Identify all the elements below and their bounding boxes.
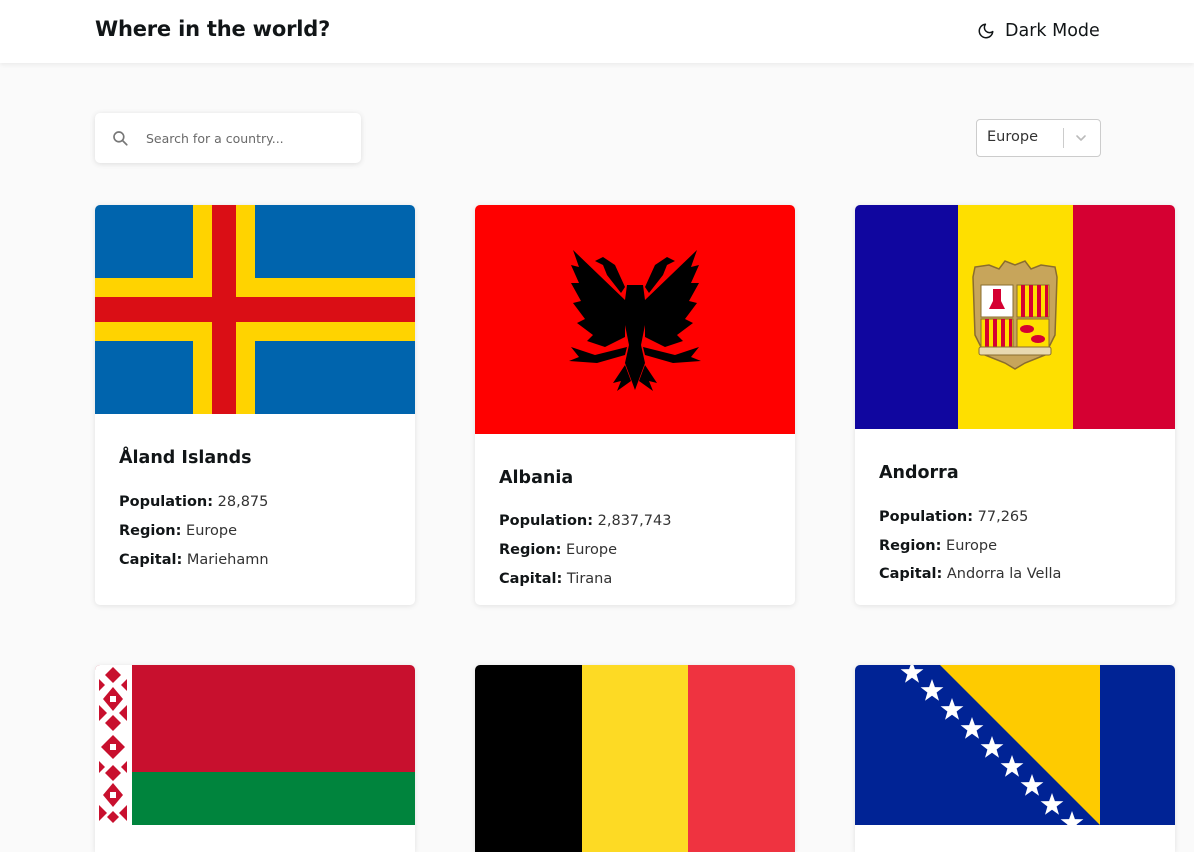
country-card-belarus[interactable] [95, 665, 415, 852]
population-label: Population: [499, 513, 594, 529]
capital-label: Capital: [879, 566, 943, 582]
capital-line: Capital: Tirana [499, 571, 612, 587]
app-title: Where in the world? [95, 17, 331, 41]
population-line: Population: 28,875 [119, 494, 268, 510]
population-line: Population: 77,265 [879, 509, 1028, 525]
population-line: Population: 2,837,743 [499, 513, 671, 529]
region-label: Region: [879, 538, 942, 554]
capital-line: Capital: Mariehamn [119, 552, 269, 568]
region-line: Region: Europe [879, 538, 997, 554]
population-value: 77,265 [977, 509, 1029, 525]
dark-mode-toggle[interactable]: Dark Mode [977, 19, 1100, 43]
country-name: Andorra [879, 463, 959, 483]
aland-flag [95, 205, 415, 414]
country-card-belgium[interactable] [475, 665, 795, 852]
albania-flag [475, 205, 795, 434]
population-value: 2,837,743 [597, 513, 672, 529]
select-separator [1063, 128, 1064, 148]
region-filter-select[interactable]: Europe [976, 119, 1101, 157]
search-icon [111, 129, 129, 147]
belgium-flag [475, 665, 795, 852]
country-card-albania[interactable]: Albania Population: 2,837,743 Region: Eu… [475, 205, 795, 605]
region-filter-value: Europe [987, 129, 1038, 145]
bosnia-flag [855, 665, 1175, 825]
country-card-aland-islands[interactable]: Åland Islands Population: 28,875 Region:… [95, 205, 415, 605]
moon-icon [977, 22, 995, 40]
country-name: Åland Islands [119, 448, 252, 468]
region-label: Region: [119, 523, 182, 539]
capital-value: Mariehamn [186, 552, 269, 568]
region-value: Europe [566, 542, 618, 558]
region-line: Region: Europe [119, 523, 237, 539]
population-value: 28,875 [217, 494, 269, 510]
country-card-bosnia-and-herzegovina[interactable] [855, 665, 1175, 852]
chevron-down-icon[interactable] [1073, 130, 1089, 146]
region-label: Region: [499, 542, 562, 558]
population-label: Population: [119, 494, 214, 510]
country-card-andorra[interactable]: Andorra Population: 77,265 Region: Europ… [855, 205, 1175, 605]
andorra-flag [855, 205, 1175, 429]
search-box [95, 113, 361, 163]
capital-label: Capital: [119, 552, 183, 568]
population-label: Population: [879, 509, 974, 525]
dark-mode-label: Dark Mode [1005, 21, 1100, 41]
belarus-flag [95, 665, 415, 825]
capital-line: Capital: Andorra la Vella [879, 566, 1061, 582]
region-value: Europe [186, 523, 238, 539]
search-input[interactable] [144, 125, 349, 151]
region-value: Europe [946, 538, 998, 554]
capital-value: Andorra la Vella [946, 566, 1062, 582]
region-line: Region: Europe [499, 542, 617, 558]
capital-value: Tirana [566, 571, 613, 587]
country-name: Albania [499, 468, 574, 488]
top-bar: Where in the world? Dark Mode [0, 0, 1194, 63]
capital-label: Capital: [499, 571, 563, 587]
